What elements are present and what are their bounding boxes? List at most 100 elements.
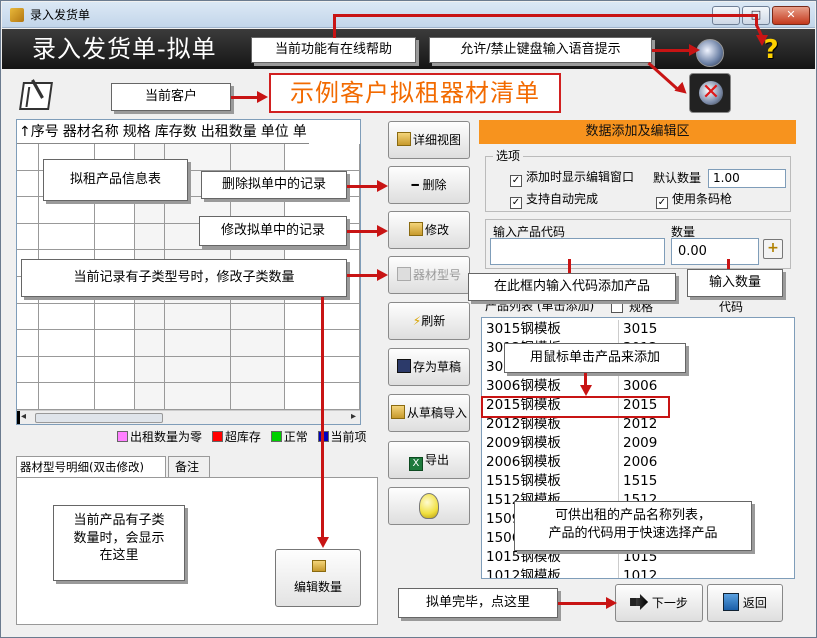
grid-cell[interactable] — [39, 223, 95, 251]
detail-view-label: 详细视图 — [412, 133, 461, 147]
arrow-line — [231, 96, 259, 99]
grid-cell[interactable] — [95, 330, 135, 357]
tab-model-detail[interactable]: 器材型号明细(双击修改) — [16, 456, 166, 478]
column-header[interactable]: 库存数 — [153, 124, 199, 140]
column-header[interactable]: 器材名称 — [61, 124, 121, 140]
grid-cell[interactable] — [95, 303, 135, 331]
callout-grid: 拟租产品信息表 — [43, 159, 188, 201]
callout-line: 当前产品有子类 — [73, 513, 165, 528]
grid-cell[interactable] — [95, 197, 135, 224]
grid-cell[interactable] — [39, 356, 95, 384]
model-icon — [396, 267, 411, 281]
grid-cell[interactable] — [231, 330, 285, 357]
use-barcode-checkbox[interactable]: ✓ 使用条码枪 — [656, 191, 732, 209]
import-draft-button[interactable]: 从草稿导入 — [388, 394, 470, 432]
legend-swatch — [211, 431, 223, 442]
column-header[interactable]: 单位 — [259, 124, 291, 140]
refresh-button[interactable]: ⚡刷新 — [388, 302, 470, 340]
grid-cell[interactable] — [135, 197, 165, 224]
grid-cell[interactable] — [135, 383, 165, 410]
auto-complete-checkbox[interactable]: ✓ 支持自动完成 — [510, 191, 598, 209]
grid-cell[interactable] — [17, 144, 39, 171]
product-code: 2006 — [618, 453, 718, 472]
export-button[interactable]: X 导出 — [388, 441, 470, 479]
column-header[interactable]: 出租数量 — [199, 124, 259, 140]
back-button[interactable]: 返回 — [707, 584, 783, 622]
model-button[interactable]: 器材型号 — [388, 256, 470, 294]
spec-checkbox[interactable] — [611, 301, 623, 313]
speaker-muted-icon[interactable] — [689, 73, 731, 113]
checkbox-checked-icon: ✓ — [510, 197, 522, 209]
detail-view-button[interactable]: 详细视图 — [388, 121, 470, 159]
product-code: 2009 — [618, 434, 718, 453]
grid-cell[interactable] — [39, 197, 95, 224]
grid-cell[interactable] — [39, 383, 95, 410]
grid-cell[interactable] — [135, 303, 165, 331]
grid-cell[interactable] — [95, 356, 135, 384]
arrow-line — [333, 14, 758, 17]
code-column-label: 代码 — [719, 300, 744, 314]
column-header[interactable]: ↑序号 — [17, 124, 61, 140]
legend-swatch — [117, 431, 128, 442]
column-header[interactable]: 规格 — [121, 124, 153, 140]
tips-button[interactable] — [388, 487, 470, 525]
grid-cell[interactable] — [231, 356, 285, 384]
modify-label: 修改 — [424, 223, 449, 237]
grid-header: ↑序号 器材名称 规格 库存数 出租数量 单位单 — [17, 120, 309, 144]
grid-cell[interactable] — [39, 303, 95, 331]
edit-quantity-button[interactable]: 编辑数量 — [275, 549, 361, 607]
callout-sub-display: 当前产品有子类 数量时，会显示 在这里 — [53, 505, 185, 581]
grid-cell[interactable] — [17, 383, 39, 410]
grid-cell[interactable] — [165, 383, 231, 410]
grid-cell[interactable] — [17, 356, 39, 384]
callout-line: 产品的代码用于快速选择产品 — [548, 525, 718, 541]
grid-cell[interactable] — [135, 223, 165, 251]
legend-label: 当前项 — [330, 430, 367, 444]
close-button[interactable]: ✕ — [772, 6, 810, 25]
tab-note[interactable]: 备注 — [168, 456, 210, 478]
grid-cell[interactable] — [165, 330, 231, 357]
grid-cell[interactable] — [231, 303, 285, 331]
grid-cell[interactable] — [17, 223, 39, 251]
default-qty-label: 默认数量 — [653, 171, 702, 185]
callout-input-code: 在此框内输入代码添加产品 — [468, 273, 676, 301]
callout-input-qty: 输入数量 — [687, 269, 783, 297]
legend-label: 正常 — [283, 430, 308, 444]
product-code-input[interactable] — [490, 238, 665, 265]
grid-cell[interactable] — [17, 197, 39, 224]
callout-customer: 当前客户 — [111, 83, 231, 111]
arrow-line — [347, 185, 379, 188]
grid-cell[interactable] — [135, 330, 165, 357]
auto-complete-label: 支持自动完成 — [526, 192, 599, 206]
horizontal-scrollbar[interactable]: ◂ ▸ — [17, 410, 360, 424]
speaker-icon[interactable] — [696, 39, 724, 67]
delete-button[interactable]: ━ 删除 — [388, 166, 470, 204]
callout-line: 数量时，会显示 — [73, 530, 165, 546]
grid-cell[interactable] — [231, 144, 285, 171]
next-step-button[interactable]: 下一步 — [615, 584, 703, 622]
view-icon — [396, 132, 411, 146]
grid-cell[interactable] — [17, 303, 39, 331]
column-header[interactable]: 单 — [291, 124, 309, 140]
show-edit-window-checkbox[interactable]: ✓ 添加时显示编辑窗口 — [510, 169, 634, 187]
delete-label: 删除 — [422, 178, 447, 192]
next-step-label: 下一步 — [651, 596, 688, 610]
grid-cell[interactable] — [231, 383, 285, 410]
default-qty-field[interactable]: 1.00 — [708, 169, 786, 188]
grid-cell[interactable] — [17, 170, 39, 198]
grid-cell[interactable] — [165, 356, 231, 384]
add-button[interactable]: + — [763, 239, 783, 259]
grid-cell[interactable] — [17, 330, 39, 357]
floppy-icon — [396, 359, 411, 373]
grid-cell[interactable] — [285, 144, 360, 171]
grid-cell[interactable] — [165, 303, 231, 331]
quantity-input[interactable]: 0.00 — [671, 238, 759, 265]
grid-cell[interactable] — [95, 223, 135, 251]
grid-cell[interactable] — [135, 356, 165, 384]
save-draft-button[interactable]: 存为草稿 — [388, 348, 470, 386]
grid-cell[interactable] — [39, 330, 95, 357]
exit-door-icon — [723, 593, 740, 611]
excel-icon: X — [408, 457, 423, 471]
grid-cell[interactable] — [95, 383, 135, 410]
modify-button[interactable]: 修改 — [388, 211, 470, 249]
